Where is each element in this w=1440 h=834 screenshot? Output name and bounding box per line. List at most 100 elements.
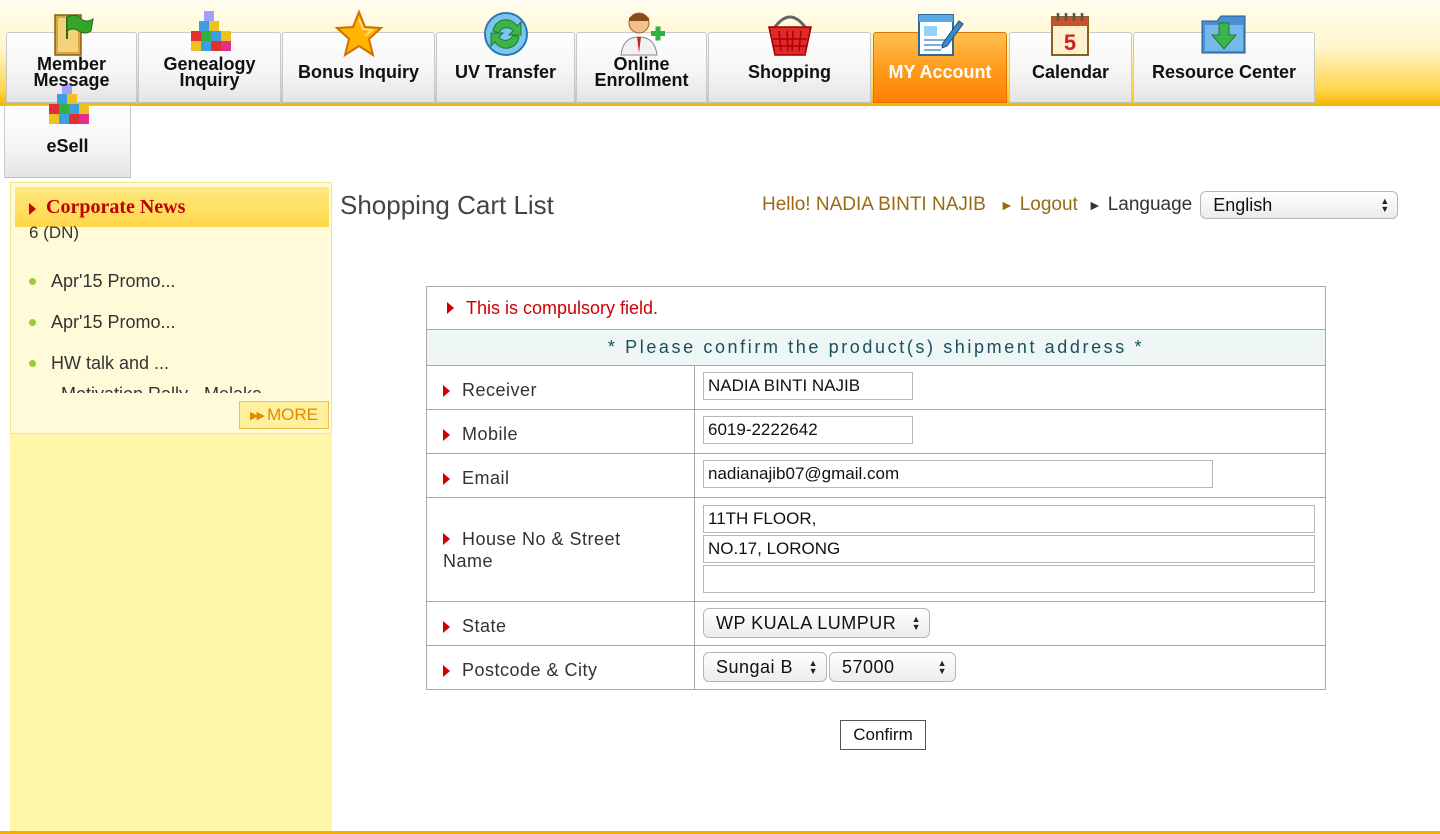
tab-genealogy-inquiry[interactable]: Genealogy Inquiry [138, 11, 281, 103]
postcode-city-selects: Sungai B ▲ ▼ 57000 ▲ ▼ [703, 652, 1317, 682]
tab-label: MY Account [888, 61, 992, 82]
arrow-right-icon [443, 621, 450, 633]
language-select[interactable]: English ▲ ▼ [1200, 191, 1399, 219]
tab-label: Resource Center [1151, 61, 1297, 82]
basket-icon [767, 15, 812, 56]
news-item-label: Motivation Rally - Melaka [61, 384, 262, 393]
news-item[interactable]: HW talk and ... [29, 343, 309, 384]
state-value: WP KUALA LUMPUR [716, 612, 897, 633]
bullet-icon [29, 360, 36, 367]
page-title: Shopping Cart List [340, 190, 554, 220]
double-chevron-right-icon: ▶▶ [250, 409, 265, 422]
tab-calendar[interactable]: 5 Calendar [1009, 13, 1132, 103]
tab-resource-center[interactable]: Resource Center [1133, 15, 1315, 103]
postcode-value: 57000 [842, 656, 895, 677]
bullet-icon [29, 278, 36, 285]
download-folder-icon [1201, 15, 1246, 54]
news-title: Corporate News [46, 195, 186, 218]
news-item-label: HW talk and ... [51, 353, 170, 373]
email-input[interactable]: nadianajib07@gmail.com [703, 460, 1213, 488]
address-label-line1: House No & Street [462, 528, 621, 549]
address-line3-input[interactable] [703, 565, 1315, 593]
confirm-button[interactable]: Confirm [840, 720, 926, 750]
news-item[interactable]: Apr'15 Promo... [29, 261, 309, 302]
city-value: Sungai B [716, 656, 794, 677]
compulsory-note: This is compulsory field. [466, 297, 659, 318]
email-value-cell: nadianajib07@gmail.com [695, 454, 1325, 497]
edit-document-icon [918, 14, 964, 56]
arrow-right-icon [443, 532, 450, 545]
tab-label: Shopping [748, 61, 831, 82]
receiver-row: Receiver NADIA BINTI NAJIB [427, 365, 1325, 409]
updown-arrows-icon: ▲ ▼ [808, 658, 818, 676]
user-greeting: Hello! NADIA BINTI NAJIB [762, 194, 986, 215]
tab-uv-transfer[interactable]: UV Transfer [436, 12, 575, 103]
address-value-cell: 11TH FLOOR, NO.17, LORONG [695, 498, 1325, 601]
more-button[interactable]: ▶▶ MORE [239, 401, 329, 429]
postcode-select[interactable]: 57000 ▲ ▼ [829, 652, 956, 682]
language-label: Language [1107, 194, 1193, 215]
email-row: Email nadianajib07@gmail.com [427, 453, 1325, 497]
postcode-city-label: Postcode & City [462, 660, 598, 680]
state-value-cell: WP KUALA LUMPUR ▲ ▼ [695, 602, 1325, 645]
news-header: Corporate News [15, 187, 329, 227]
news-list: Apr'15 Promo... Apr'15 Promo... HW talk … [29, 261, 309, 401]
tab-label: eSell [46, 135, 89, 156]
blocks-icon [48, 84, 89, 124]
arrow-right-icon [443, 429, 450, 441]
shipment-notice: * Please confirm the product(s) shipment… [427, 329, 1325, 365]
tab-online-enrollment[interactable]: Online Enrollment [576, 12, 707, 103]
state-label: State [462, 616, 507, 636]
arrow-right-icon [443, 665, 450, 677]
main-navigation: Member Message Genealogy Inquiry Bonus I… [0, 0, 1440, 180]
mobile-label-cell: Mobile [427, 410, 695, 453]
receiver-label-cell: Receiver [427, 366, 695, 409]
address-label-cell: House No & Street Name [427, 498, 695, 601]
news-item[interactable]: Apr'15 Promo... [29, 302, 309, 343]
tab-bonus-inquiry[interactable]: Bonus Inquiry [282, 9, 435, 103]
news-item-label: Apr'15 Promo... [51, 312, 176, 332]
updown-arrows-icon: ▲ ▼ [911, 614, 921, 632]
email-label-cell: Email [427, 454, 695, 497]
star-icon [334, 9, 383, 58]
tab-shopping[interactable]: Shopping [708, 15, 871, 103]
tab-my-account[interactable]: MY Account [873, 14, 1007, 103]
address-label-line2: Name [443, 550, 494, 571]
mobile-label: Mobile [462, 424, 519, 444]
postcode-city-value-cell: Sungai B ▲ ▼ 57000 ▲ ▼ [695, 646, 1325, 689]
triangle-right-icon: ► [999, 197, 1014, 213]
user-bar: Hello! NADIA BINTI NAJIB ► Logout ► Lang… [762, 190, 1399, 220]
receiver-input[interactable]: NADIA BINTI NAJIB [703, 372, 913, 400]
corporate-news-panel: Corporate News 6 (DN) Apr'15 Promo... Ap… [10, 182, 332, 434]
triangle-right-icon: ► [1087, 197, 1102, 213]
calendar-icon: 5 [1050, 13, 1089, 56]
city-select[interactable]: Sungai B ▲ ▼ [703, 652, 827, 682]
news-item-clipped[interactable]: Motivation Rally - Melaka [29, 383, 262, 393]
state-label-cell: State [427, 602, 695, 645]
updown-arrows-icon: ▲ ▼ [937, 658, 947, 676]
address-row: House No & Street Name 11TH FLOOR, NO.17… [427, 497, 1325, 601]
bullet-icon [29, 319, 36, 326]
logout-link[interactable]: Logout [1020, 194, 1078, 216]
tab-label: UV Transfer [454, 61, 557, 82]
mobile-input[interactable]: 6019-2222642 [703, 416, 913, 444]
address-line2-input[interactable]: NO.17, LORONG [703, 535, 1315, 563]
tab-esell[interactable]: eSell [4, 84, 131, 178]
tab-label: Calendar [1031, 61, 1110, 82]
state-row: State WP KUALA LUMPUR ▲ ▼ [427, 601, 1325, 645]
receiver-label: Receiver [462, 380, 538, 400]
arrow-right-icon [29, 203, 36, 215]
address-line1-input[interactable]: 11TH FLOOR, [703, 505, 1315, 533]
compulsory-note-row: This is compulsory field. [427, 287, 1325, 329]
language-value: English [1213, 194, 1273, 215]
refresh-icon [483, 12, 528, 56]
svg-text:5: 5 [1063, 30, 1075, 55]
email-label: Email [462, 468, 510, 488]
arrow-right-icon [447, 302, 454, 314]
mobile-value-cell: 6019-2222642 [695, 410, 1325, 453]
more-label: MORE [266, 405, 318, 424]
state-select[interactable]: WP KUALA LUMPUR ▲ ▼ [703, 608, 930, 638]
postcode-city-row: Postcode & City Sungai B ▲ ▼ 57000 ▲ ▼ [427, 645, 1325, 689]
arrow-right-icon [443, 473, 450, 485]
tab-label: Genealogy Inquiry [163, 53, 256, 90]
